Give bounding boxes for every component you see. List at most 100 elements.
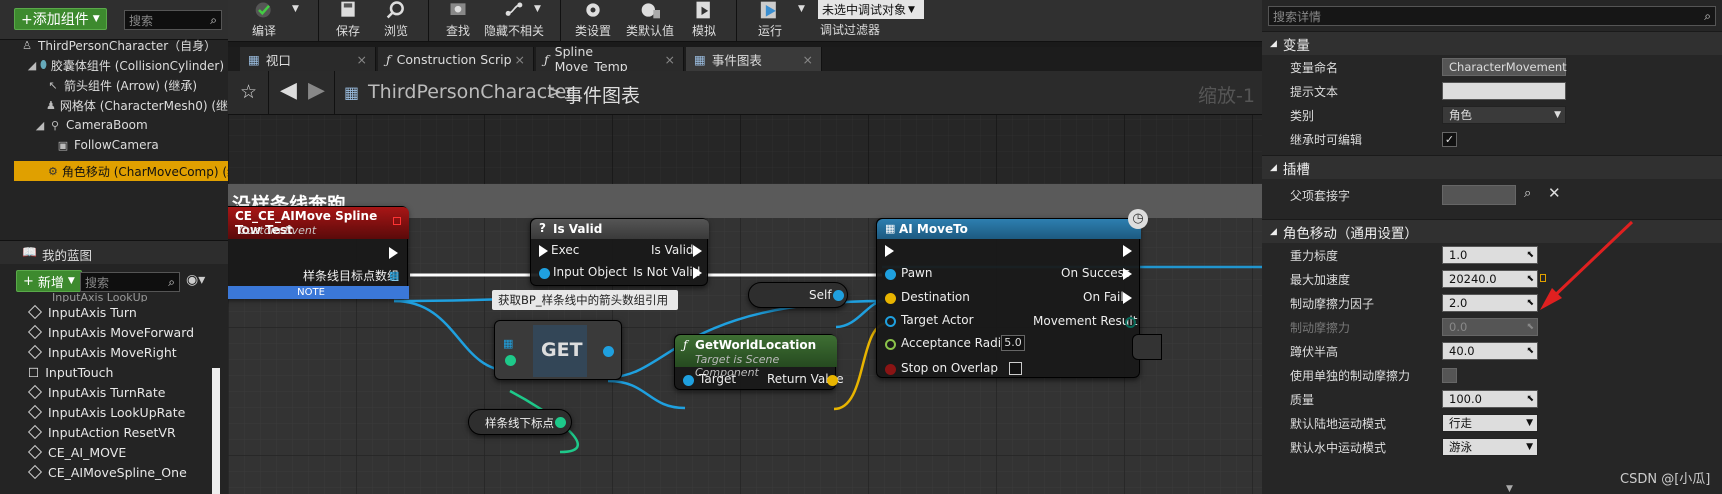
chevron-down-icon[interactable]: ▼ (534, 4, 541, 14)
return-value-pin[interactable] (827, 375, 838, 386)
list-item[interactable]: InputAction ResetVR (26, 422, 212, 442)
compile-button[interactable]: 编译 (242, 0, 286, 42)
list-item[interactable]: InputAxis MoveForward (26, 322, 212, 342)
list-item[interactable]: InputAxis TurnRate (26, 382, 212, 402)
run-button[interactable]: 运行 (746, 0, 794, 42)
exec-in-pin[interactable] (885, 245, 894, 257)
stop-overlap-checkbox[interactable] (1009, 362, 1022, 375)
blueprint-search-input[interactable]: 搜索 ⌕ (80, 272, 180, 292)
editable-inherit-checkbox[interactable]: ✓ (1442, 131, 1457, 147)
chevron-down-icon[interactable]: ▼ (798, 4, 805, 14)
debug-object-select[interactable]: 未选中调试对象 ▼ (818, 0, 924, 19)
list-scrollbar[interactable] (212, 368, 220, 494)
details-search-input[interactable]: 搜索详情 ⌕ (1268, 6, 1716, 26)
array-pin-icon[interactable]: ▦ (389, 269, 399, 282)
tree-item-followcamera[interactable]: ▣ FollowCamera (0, 135, 228, 155)
index-in-pin[interactable] (505, 355, 516, 366)
is-not-valid-exec-pin[interactable] (693, 267, 702, 279)
add-component-button[interactable]: +添加组件 ▼ (14, 8, 107, 30)
section-movement[interactable]: ◢ 角色移动（通用设置） (1262, 219, 1722, 243)
spline-index-node[interactable]: 样条线下标点 (468, 409, 572, 435)
find-button[interactable]: 查找 (438, 0, 478, 42)
parent-socket-input[interactable] (1442, 185, 1516, 205)
stop-overlap-pin[interactable] (885, 364, 896, 375)
tree-item-cameraboom[interactable]: ◢ ⚲ CameraBoom (0, 115, 228, 135)
array-in-pin[interactable]: ▦ (503, 337, 513, 350)
browse-button[interactable]: 浏览 (376, 0, 416, 42)
tree-item-arrow[interactable]: ↖ 箭头组件 (Arrow) (继承) (0, 75, 228, 95)
tab-spline-move[interactable]: ƒ Spline Move_Temp × (536, 44, 684, 74)
chevron-down-icon[interactable]: ▼ (292, 4, 299, 14)
crouch-half-height-input[interactable]: 40.0 ⬉ (1442, 342, 1538, 360)
tree-item-mesh[interactable]: ♟ 网格体 (CharacterMesh0) (继承 (0, 95, 228, 115)
spline-index-out-pin[interactable] (555, 417, 566, 428)
list-item[interactable]: CE_AIMoveSpline_One (26, 462, 212, 482)
self-node[interactable]: Self (748, 282, 848, 308)
separate-braking-checkbox[interactable] (1442, 367, 1457, 383)
visibility-eye-icon[interactable]: ◉▾ (186, 272, 205, 288)
star-icon[interactable]: ☆ (240, 81, 257, 103)
simulate-button[interactable]: 模拟 (684, 0, 724, 42)
list-item[interactable]: CE_AI_MOVE (26, 442, 212, 462)
class-defaults-button[interactable]: 类默认值 (622, 0, 678, 42)
section-variable[interactable]: ◢ 变量 (1262, 31, 1722, 55)
on-fail-pin[interactable] (1123, 292, 1132, 304)
movement-result-pin[interactable] (1125, 317, 1136, 328)
list-item[interactable]: InputAxis Turn (26, 302, 212, 322)
target-actor-pin[interactable] (885, 316, 896, 327)
on-success-pin[interactable] (1123, 268, 1132, 280)
custom-event-node[interactable]: CE_CE_AIMove Spline Tow Test Custom Even… (228, 206, 409, 299)
save-button[interactable]: 保存 (328, 0, 368, 42)
destination-pin[interactable] (885, 293, 896, 304)
components-search-input[interactable]: 搜索 ⌕ (124, 10, 222, 30)
get-out-pin[interactable] (603, 346, 614, 357)
list-item-truncated[interactable]: InputAxis LookUp (52, 292, 212, 302)
pawn-pin[interactable] (885, 269, 896, 280)
tab-viewport[interactable]: ▦ 视口 × (240, 47, 376, 71)
mass-input[interactable]: 100.0 ⬉ (1442, 390, 1538, 408)
scroll-down-icon[interactable]: ▼ (1506, 484, 1513, 494)
max-acceleration-input[interactable]: 20240.0 ⬉ (1442, 270, 1538, 288)
get-node[interactable]: GET ▦ (494, 320, 622, 380)
acceptance-radius-pin[interactable] (885, 339, 896, 350)
list-item[interactable]: InputAxis LookUpRate (26, 402, 212, 422)
offscreen-node[interactable] (1132, 334, 1162, 360)
exec-out-pin[interactable] (389, 247, 398, 259)
variable-name-input[interactable]: CharacterMovement (1442, 58, 1567, 76)
braking-factor-input[interactable]: 2.0 ⬉ (1442, 294, 1538, 312)
is-valid-node[interactable]: ? Is Valid Exec Is Valid Input Object Is… (530, 218, 709, 286)
search-icon[interactable]: ⌕ (1524, 186, 1531, 201)
category-select[interactable]: 角色 ▼ (1442, 106, 1566, 124)
breadcrumb-root[interactable]: ThirdPersonCharacter (368, 81, 574, 103)
tab-event-graph[interactable]: ▦ 事件图表 × (686, 47, 822, 71)
ai-moveto-node[interactable]: ▦ AI MoveTo Pawn On Success Destination … (876, 218, 1141, 378)
delegate-pin[interactable] (393, 217, 401, 225)
self-out-pin[interactable] (833, 290, 844, 301)
water-mode-select[interactable]: 游泳 ▼ (1442, 438, 1538, 456)
list-item[interactable]: ☐ InputTouch (26, 362, 212, 382)
clear-icon[interactable]: ✕ (1548, 184, 1561, 202)
note-bar[interactable]: NOTE (228, 286, 409, 299)
is-valid-exec-pin[interactable] (693, 245, 702, 257)
back-arrow-icon[interactable]: ◀ (280, 78, 297, 103)
tree-item-capsule[interactable]: ◢ ⬮ 胶囊体组件 (CollisionCylinder) ( (0, 55, 228, 75)
forward-arrow-icon[interactable]: ▶ (308, 78, 325, 103)
get-world-location-node[interactable]: ƒ GetWorldLocation Target is Scene Compo… (674, 334, 844, 390)
class-settings-button[interactable]: 类设置 (568, 0, 618, 42)
acceptance-radius-input[interactable]: 5.0 (1001, 335, 1025, 351)
input-object-pin[interactable] (539, 268, 550, 279)
exec-out-pin[interactable] (1123, 245, 1132, 257)
tree-item-root[interactable]: ♙ ThirdPersonCharacter（自身） (0, 35, 228, 55)
land-mode-select[interactable]: 行走 ▼ (1442, 414, 1538, 432)
tree-item-charmove-selected[interactable]: ⚙角色移动 (CharMoveComp) (继承 (14, 161, 228, 181)
new-button[interactable]: + 新增 ▼ (16, 270, 82, 292)
list-item[interactable]: InputAxis MoveRight (26, 342, 212, 362)
exec-in-pin[interactable] (539, 245, 548, 257)
gravity-scale-input[interactable]: 1.0 ⬉ (1442, 246, 1538, 264)
braking-friction-input[interactable]: 0.0 ⬉ (1442, 318, 1538, 336)
tab-construction-script[interactable]: ƒ Construction Scrip × (378, 47, 534, 71)
graph-canvas[interactable]: 沿样条线奔跑 CE_CE_AIMove Spline Tow Test Cust… (228, 71, 1262, 494)
comment-bubble[interactable]: 获取BP_样条线中的箭头数组引用 (492, 290, 678, 310)
tooltip-input[interactable] (1442, 82, 1566, 100)
section-socket[interactable]: ◢ 插槽 (1262, 155, 1722, 179)
